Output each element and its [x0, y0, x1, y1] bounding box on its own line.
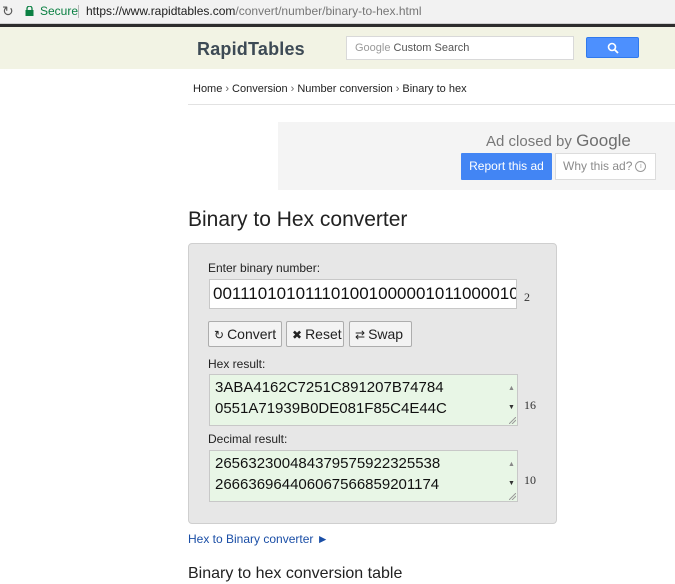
why-this-ad-label: Why this ad?: [563, 159, 633, 173]
address-bar[interactable]: ↻ Secure https://www.rapidtables.com/con…: [0, 0, 675, 24]
hex-result-label: Hex result:: [208, 357, 266, 371]
swap-button[interactable]: ⇄ Swap: [349, 321, 412, 347]
refresh-icon: ↻: [214, 328, 225, 342]
reset-label: Reset: [305, 326, 342, 342]
decimal-result-line: 266636964406067566859201174: [215, 476, 440, 493]
binary-input[interactable]: 0011101010111010010000010110000101100010: [209, 279, 517, 309]
resize-handle-icon[interactable]: [509, 417, 516, 424]
scroll-down-icon[interactable]: ▼: [508, 397, 515, 418]
search-custom-label: Custom Search: [390, 42, 470, 54]
google-logo: Google: [576, 131, 631, 150]
breadcrumb-separator: ›: [395, 83, 400, 95]
url-host: https://www.rapidtables.com: [86, 4, 236, 18]
decimal-result-line: 265632300484379575922325538: [215, 455, 441, 472]
breadcrumb-separator: ›: [290, 83, 295, 95]
search-google-label: Google: [355, 42, 391, 54]
breadcrumb-binary-to-hex[interactable]: Binary to hex: [402, 83, 466, 95]
decimal-result-label: Decimal result:: [208, 432, 288, 446]
secure-label: Secure: [40, 4, 79, 18]
breadcrumb-separator: ›: [225, 83, 230, 95]
url-path: /convert/number/binary-to-hex.html: [235, 4, 422, 18]
breadcrumb: Home › Conversion › Number conversion › Binary…: [193, 83, 467, 95]
why-this-ad-button[interactable]: Why this ad? i: [555, 153, 656, 180]
reset-button[interactable]: ✖ Reset: [286, 321, 344, 347]
decimal-result-field[interactable]: 265632300484379575922325538 266636964406…: [209, 450, 518, 502]
binary-input-label: Enter binary number:: [208, 261, 321, 275]
converter-panel: Enter binary number: 0011101010111010010…: [188, 243, 557, 524]
search-placeholder: Google Custom Search: [355, 42, 469, 54]
breadcrumb-home[interactable]: Home: [193, 83, 222, 95]
scroll-down-icon[interactable]: ▼: [508, 473, 515, 494]
search-icon: [607, 42, 619, 54]
hex-base: 16: [524, 398, 536, 412]
divider: [188, 104, 675, 105]
ad-container: Ad closed by Google Report this ad Why t…: [278, 122, 675, 190]
resize-handle-icon[interactable]: [509, 493, 516, 500]
hex-result-line: 3ABA4162C7251C891207B74784: [215, 379, 444, 396]
info-icon: i: [635, 161, 647, 173]
site-header: RapidTables Google Custom Search: [0, 27, 675, 69]
ad-closed-notice: Ad closed by Google: [486, 131, 631, 151]
swap-label: Swap: [368, 326, 404, 342]
scrollbar[interactable]: ▲ ▼: [506, 375, 517, 425]
search-input[interactable]: Google Custom Search: [346, 36, 574, 60]
scrollbar[interactable]: ▲ ▼: [506, 451, 517, 501]
divider: [78, 5, 79, 18]
site-logo[interactable]: RapidTables: [197, 39, 305, 60]
page-title: Binary to Hex converter: [188, 208, 408, 231]
scroll-up-icon[interactable]: ▲: [508, 378, 515, 399]
breadcrumb-number-conversion[interactable]: Number conversion: [297, 83, 392, 95]
swap-icon: ⇄: [355, 328, 366, 342]
decimal-base: 10: [524, 473, 536, 487]
report-ad-button[interactable]: Report this ad: [461, 153, 552, 180]
ad-closed-text: Ad closed by: [486, 133, 577, 150]
section-heading: Binary to hex conversion table: [188, 565, 403, 582]
scroll-up-icon[interactable]: ▲: [508, 454, 515, 475]
search-button[interactable]: [586, 37, 639, 58]
convert-button[interactable]: ↻ Convert: [208, 321, 282, 347]
url-text[interactable]: https://www.rapidtables.com/convert/numb…: [86, 4, 421, 18]
hex-result-line: 0551A71939B0DE081F85C4E44C: [215, 400, 447, 417]
hex-result-field[interactable]: 3ABA4162C7251C891207B74784 0551A71939B0D…: [209, 374, 518, 426]
input-base: 2: [524, 290, 530, 304]
reload-icon[interactable]: ↻: [2, 3, 16, 19]
close-icon: ✖: [292, 328, 303, 342]
hex-to-binary-link[interactable]: Hex to Binary converter ►: [188, 532, 329, 546]
convert-label: Convert: [227, 326, 277, 342]
breadcrumb-conversion[interactable]: Conversion: [232, 83, 288, 95]
lock-icon: [25, 6, 34, 16]
